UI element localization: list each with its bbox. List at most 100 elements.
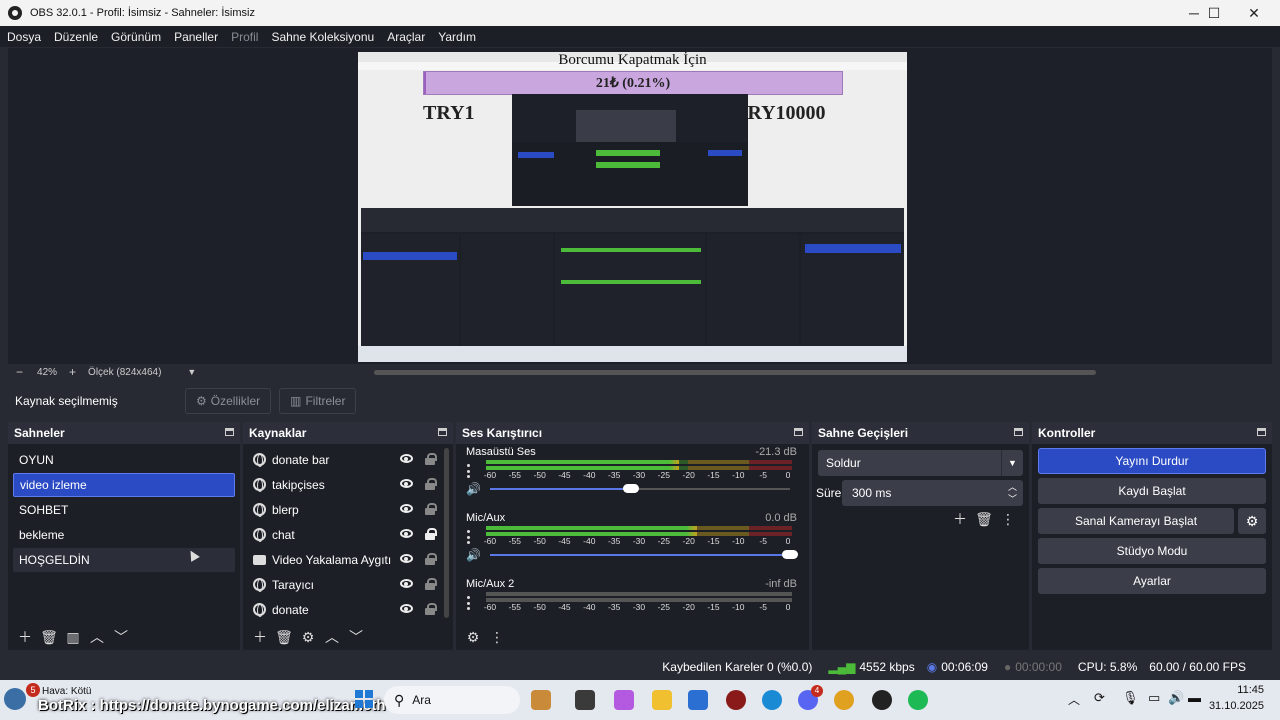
app-red-icon[interactable]: [726, 690, 746, 710]
stop-streaming-button[interactable]: Yayını Durdur: [1038, 448, 1266, 474]
eye-icon[interactable]: [400, 529, 413, 538]
volume-knob[interactable]: [782, 550, 798, 559]
maximize-button[interactable]: ☐: [1194, 0, 1234, 26]
channel-menu-icon[interactable]: [466, 530, 470, 544]
move-up-icon[interactable]: ︿: [86, 628, 108, 646]
weather-text[interactable]: Hava: Kötü: [42, 686, 91, 697]
scene-item[interactable]: video izleme: [13, 473, 235, 497]
source-item[interactable]: Tarayıcı: [247, 572, 449, 597]
speaker-icon[interactable]: 🔊: [466, 548, 481, 562]
copilot-icon[interactable]: [614, 690, 634, 710]
move-up-icon[interactable]: ︿: [321, 628, 343, 646]
menu-dots-icon[interactable]: ⋮: [997, 510, 1019, 528]
lock-icon[interactable]: [425, 528, 437, 540]
zoom-in-button[interactable]: +: [69, 365, 76, 379]
lock-icon[interactable]: [425, 603, 437, 615]
scene-item[interactable]: OYUN: [13, 448, 235, 472]
virtual-camera-gear-icon[interactable]: ⚙: [1238, 508, 1266, 534]
clock-date[interactable]: 31.10.2025: [1198, 700, 1264, 712]
properties-button[interactable]: ⚙ Özellikler: [185, 388, 272, 414]
start-virtual-camera-button[interactable]: Sanal Kamerayı Başlat: [1038, 508, 1234, 534]
add-icon[interactable]: ＋: [949, 510, 971, 528]
edge-icon[interactable]: [762, 690, 782, 710]
advanced-audio-gear-icon[interactable]: ⚙: [462, 628, 484, 646]
task-view-icon[interactable]: [575, 690, 595, 710]
lock-icon[interactable]: [425, 478, 437, 490]
eye-icon[interactable]: [400, 579, 413, 588]
trash-icon[interactable]: 🗑: [38, 628, 60, 646]
menu-scene-collection[interactable]: Sahne Koleksiyonu: [271, 30, 374, 44]
menu-file[interactable]: Dosya: [7, 30, 41, 44]
menu-view[interactable]: Görünüm: [111, 30, 161, 44]
undock-icon[interactable]: [225, 428, 234, 436]
move-down-icon[interactable]: ﹀: [345, 628, 367, 646]
spotify-icon[interactable]: [908, 690, 928, 710]
undock-icon[interactable]: [1257, 428, 1266, 436]
studio-mode-button[interactable]: Stüdyo Modu: [1038, 538, 1266, 564]
clock-time[interactable]: 11:45: [1208, 684, 1264, 696]
lock-icon[interactable]: [425, 453, 437, 465]
scene-filter-icon[interactable]: ▥: [62, 628, 84, 646]
source-item[interactable]: chat: [247, 522, 449, 547]
eye-icon[interactable]: [400, 504, 413, 513]
horizontal-scrollbar[interactable]: [374, 370, 1096, 375]
source-item[interactable]: Video Yakalama Aygıtı: [247, 547, 449, 572]
undock-icon[interactable]: [438, 428, 447, 436]
source-item[interactable]: donate bar: [247, 447, 449, 472]
scene-item[interactable]: SOHBET: [13, 498, 235, 522]
move-down-icon[interactable]: ﹀: [110, 628, 132, 646]
source-item[interactable]: takipçises: [247, 472, 449, 497]
trash-icon[interactable]: 🗑: [273, 628, 295, 646]
search-box[interactable]: ⚲ Ara: [384, 686, 520, 714]
volume-icon[interactable]: 🔊: [1168, 690, 1184, 706]
preview-canvas[interactable]: Borcumu Kapatmak İçin 21₺ (0.21%) TRY1 T…: [358, 52, 907, 362]
speaker-icon[interactable]: 🔊: [466, 482, 481, 496]
lock-icon[interactable]: [425, 503, 437, 515]
menu-help[interactable]: Yardım: [438, 30, 476, 44]
scene-item[interactable]: bekleme: [13, 523, 235, 547]
windows-start-icon[interactable]: [355, 690, 373, 708]
store-icon[interactable]: [688, 690, 708, 710]
lock-icon[interactable]: [425, 578, 437, 590]
file-explorer-icon[interactable]: [652, 690, 672, 710]
source-item[interactable]: blerp: [247, 497, 449, 522]
tray-chevron-icon[interactable]: ︿: [1068, 691, 1080, 708]
zoom-out-button[interactable]: −: [16, 365, 23, 379]
duration-spinbox[interactable]: 300 ms ︿ ﹀: [842, 480, 1023, 506]
filters-button[interactable]: ▥ Filtreler: [279, 388, 357, 414]
menu-tools[interactable]: Araçlar: [387, 30, 425, 44]
obs-taskbar-icon[interactable]: [872, 690, 892, 710]
menu-docks[interactable]: Paneller: [174, 30, 218, 44]
volume-slider[interactable]: [490, 484, 790, 493]
weather-icon[interactable]: [4, 688, 26, 710]
undock-icon[interactable]: [794, 428, 803, 436]
settings-button[interactable]: Ayarlar: [1038, 568, 1266, 594]
start-recording-button[interactable]: Kaydı Başlat: [1038, 478, 1266, 504]
sources-scrollbar[interactable]: [444, 448, 449, 618]
menu-dots-icon[interactable]: ⋮: [486, 628, 508, 646]
undock-icon[interactable]: [1014, 428, 1023, 436]
widget-icon[interactable]: [531, 690, 551, 710]
transition-select[interactable]: Soldur ▼: [818, 450, 1023, 476]
volume-knob[interactable]: [623, 484, 639, 493]
eye-icon[interactable]: [400, 554, 413, 563]
scene-item[interactable]: HOŞGELDİN: [13, 548, 235, 572]
volume-slider[interactable]: [490, 550, 798, 559]
chrome-icon[interactable]: [834, 690, 854, 710]
trash-icon[interactable]: 🗑: [973, 510, 995, 528]
network-icon[interactable]: ▭: [1148, 690, 1160, 706]
add-icon[interactable]: ＋: [249, 628, 271, 646]
sync-icon[interactable]: ⟳: [1094, 690, 1105, 706]
lock-icon[interactable]: [425, 553, 437, 565]
menu-edit[interactable]: Düzenle: [54, 30, 98, 44]
microphone-icon[interactable]: 🎙: [1122, 690, 1139, 706]
eye-icon[interactable]: [400, 479, 413, 488]
close-button[interactable]: ✕: [1234, 0, 1274, 26]
spin-down-icon[interactable]: ﹀: [1008, 492, 1017, 505]
gear-icon[interactable]: ⚙: [297, 628, 319, 646]
channel-menu-icon[interactable]: [466, 596, 470, 610]
menu-profile[interactable]: Profil: [231, 30, 258, 44]
eye-icon[interactable]: [400, 454, 413, 463]
scale-dropdown-icon[interactable]: ▼: [187, 367, 196, 377]
channel-menu-icon[interactable]: [466, 464, 470, 478]
